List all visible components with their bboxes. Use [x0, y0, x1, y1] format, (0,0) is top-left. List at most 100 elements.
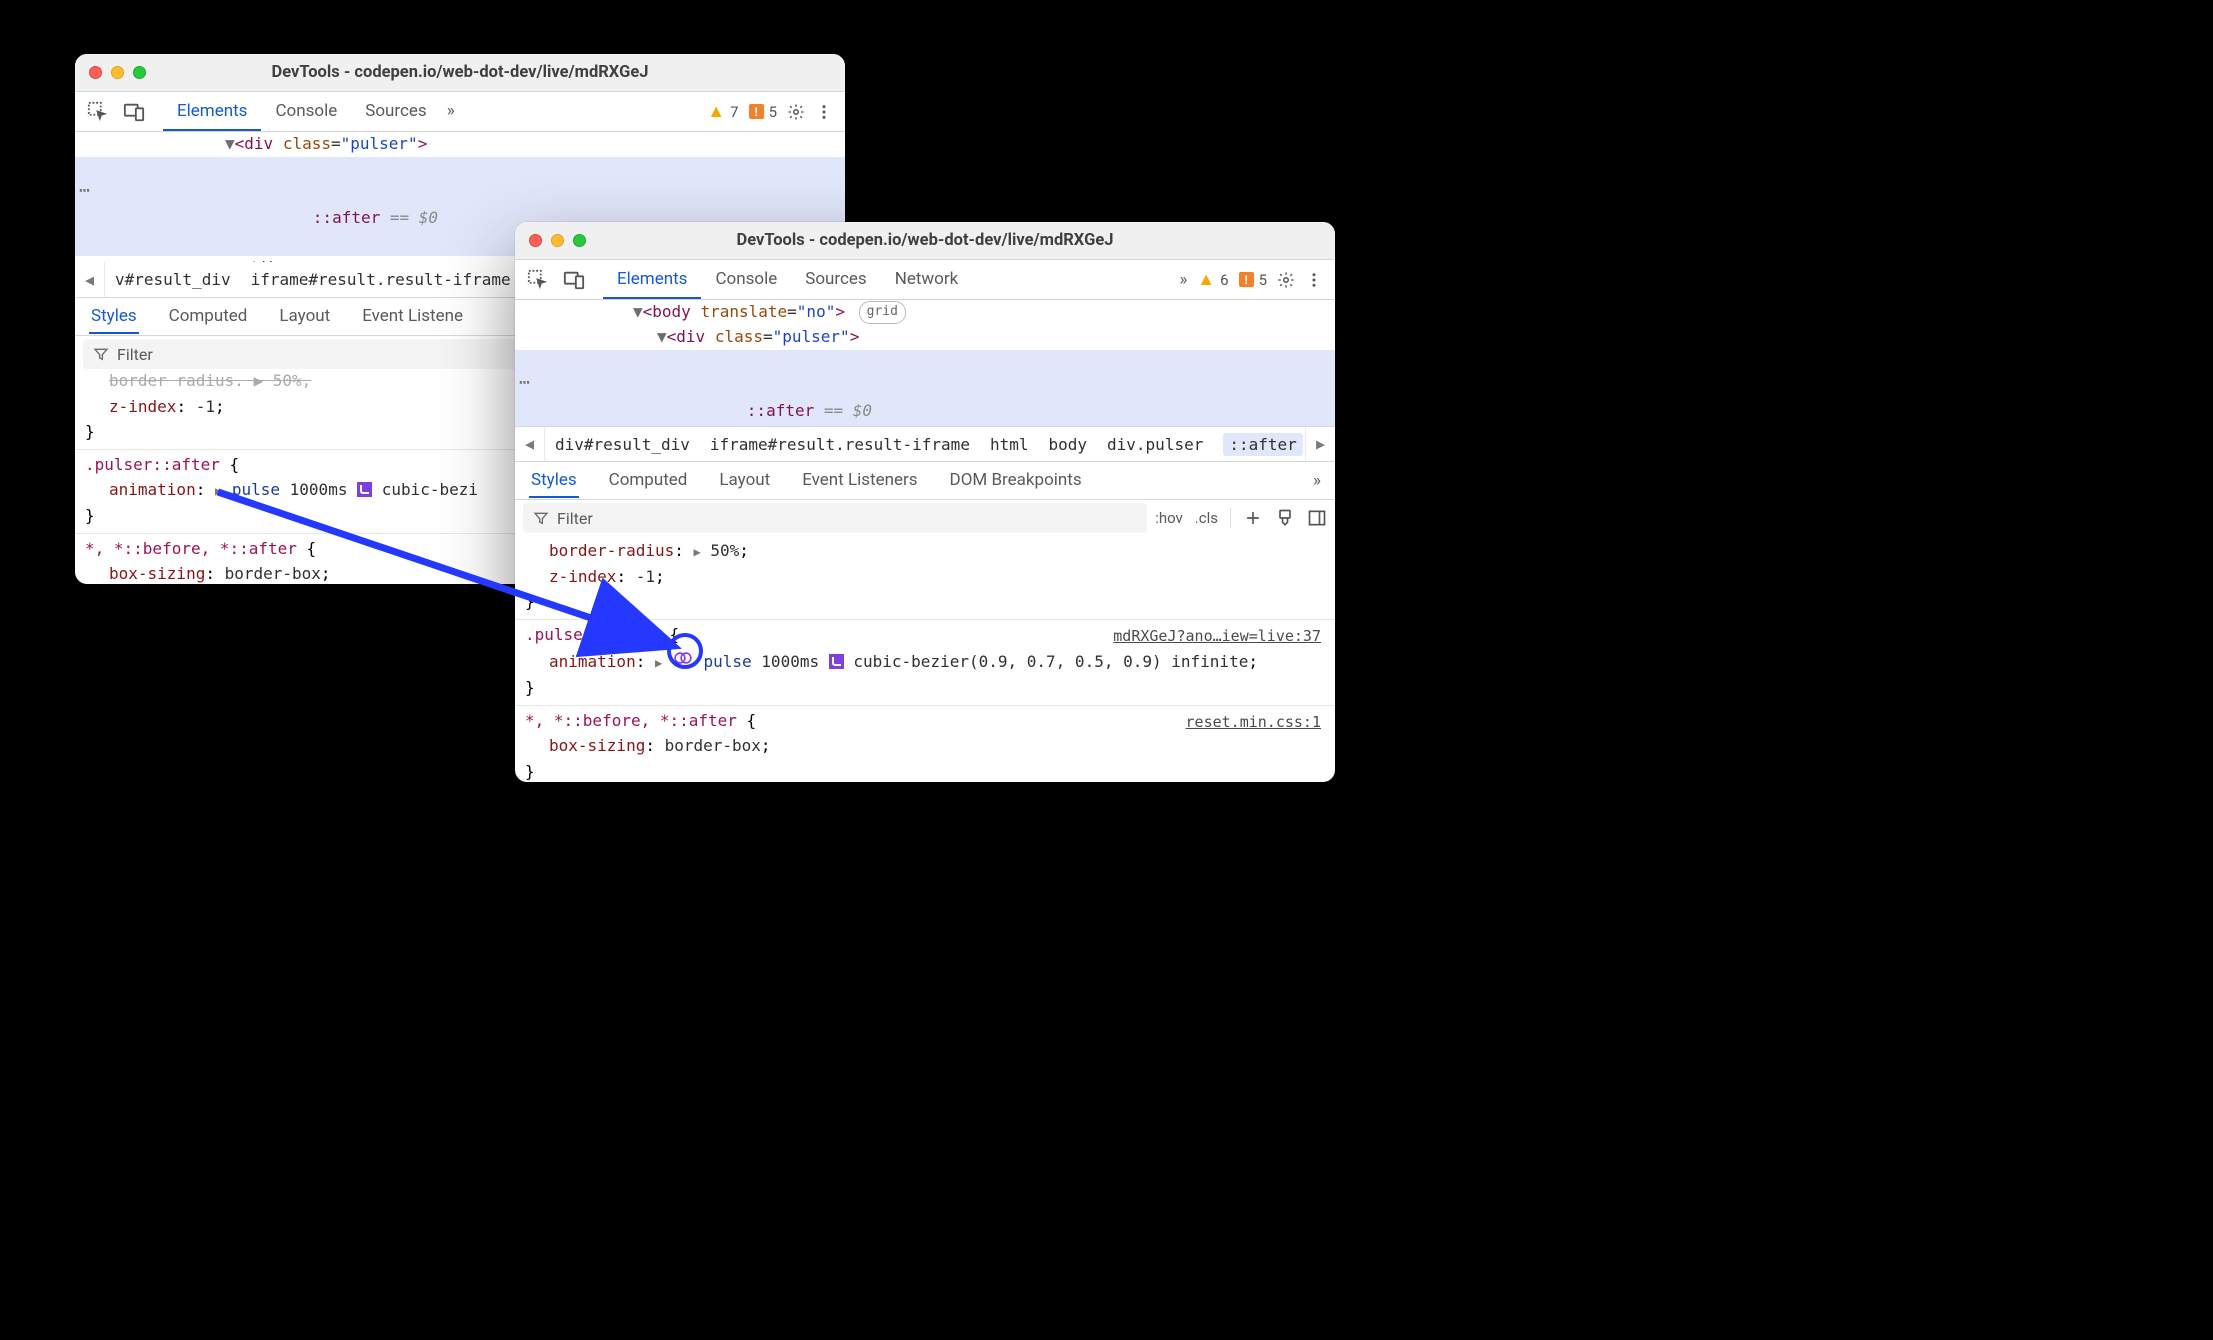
css-rule-pulser-after[interactable]: mdRXGeJ?ano…iew=live:37 .pulser::after {…: [515, 619, 1335, 705]
styles-pane[interactable]: border-radius: ▶︎ 50%; z-index: -1; } md…: [515, 536, 1335, 782]
animation-name: pulse: [703, 652, 751, 671]
selected-node-pseudo: ::after: [313, 208, 380, 227]
device-toolbar-icon[interactable]: [123, 101, 145, 123]
settings-icon[interactable]: [1277, 271, 1295, 289]
panel-tabs: Elements Console Sources »: [163, 92, 461, 131]
css-rule-universal[interactable]: reset.min.css:1 *, *::before, *::after {…: [515, 705, 1335, 782]
maximize-icon[interactable]: [573, 234, 586, 247]
titlebar: DevTools - codepen.io/web-dot-dev/live/m…: [75, 54, 845, 92]
minimize-icon[interactable]: [111, 66, 124, 79]
crumb-item-active[interactable]: ::after: [1223, 433, 1302, 456]
maximize-icon[interactable]: [133, 66, 146, 79]
new-style-rule-icon[interactable]: [1243, 508, 1263, 528]
close-icon[interactable]: [529, 234, 542, 247]
crumb-prev-icon[interactable]: ◀: [515, 427, 545, 461]
computed-sidebar-icon[interactable]: [1307, 508, 1327, 528]
animation-editor-icon[interactable]: [672, 647, 694, 669]
more-subtabs-icon[interactable]: »: [1313, 471, 1321, 491]
devtools-toolbar: Elements Console Sources » ▲ 7 ! 5: [75, 92, 845, 132]
close-icon[interactable]: [89, 66, 102, 79]
subtab-layout[interactable]: Layout: [717, 464, 772, 498]
subtab-dom-breakpoints[interactable]: DOM Breakpoints: [948, 464, 1084, 498]
selected-node-hint: == $0: [390, 208, 438, 227]
tab-elements[interactable]: Elements: [603, 260, 701, 299]
warning-icon: ▲: [1197, 269, 1215, 290]
tab-sources[interactable]: Sources: [791, 260, 880, 299]
breadcrumb[interactable]: ◀ div#result_div iframe#result.result-if…: [515, 426, 1335, 462]
hover-toggle[interactable]: :hov: [1155, 509, 1183, 527]
easing-editor-icon[interactable]: [357, 482, 372, 497]
crumb-item[interactable]: v#result_div: [115, 270, 231, 289]
animation-iteration: infinite: [1171, 652, 1248, 671]
crumb-prev-icon[interactable]: ◀: [75, 262, 105, 297]
expand-shorthand-icon[interactable]: ▶︎: [655, 656, 662, 670]
issues-count[interactable]: ! 5: [1239, 271, 1267, 289]
css-selector: .pulser::after: [525, 625, 660, 644]
traffic-lights: [89, 66, 146, 79]
crumb-item[interactable]: div#result_div: [555, 435, 690, 454]
filter-input[interactable]: Filter: [523, 503, 1147, 533]
subtab-event-listeners[interactable]: Event Listeners: [800, 464, 919, 498]
window-title: DevTools - codepen.io/web-dot-dev/live/m…: [75, 63, 845, 82]
window-title: DevTools - codepen.io/web-dot-dev/live/m…: [515, 231, 1335, 250]
filter-placeholder: Filter: [557, 509, 593, 528]
expand-shorthand-icon[interactable]: ▶︎: [694, 545, 701, 559]
minimize-icon[interactable]: [551, 234, 564, 247]
crumb-item[interactable]: iframe#result.result-iframe: [710, 435, 970, 454]
tab-elements[interactable]: Elements: [163, 92, 261, 131]
css-selector: .pulser::after: [85, 455, 220, 474]
kebab-menu-icon[interactable]: [1305, 271, 1323, 289]
inspect-element-icon[interactable]: [87, 101, 109, 123]
grid-badge[interactable]: grid: [859, 301, 906, 323]
issue-icon: !: [1239, 272, 1254, 287]
css-selector: *, *::before, *::after: [525, 711, 737, 730]
easing-editor-icon[interactable]: [829, 654, 844, 669]
kebab-menu-icon[interactable]: [815, 103, 833, 121]
filter-icon: [93, 346, 109, 362]
crumb-next-icon[interactable]: ▶: [1305, 427, 1335, 461]
crumb-item[interactable]: iframe#result.result-iframe: [251, 270, 511, 289]
cls-toggle[interactable]: .cls: [1195, 509, 1218, 527]
collapsed-indicator-icon: ⋯: [519, 374, 530, 392]
tab-network[interactable]: Network: [881, 260, 973, 299]
more-tabs-icon[interactable]: »: [441, 92, 461, 131]
crumb-item[interactable]: div.pulser: [1107, 435, 1203, 454]
subtab-event-listeners[interactable]: Event Listene: [360, 300, 465, 334]
subtab-layout[interactable]: Layout: [277, 300, 332, 334]
paint-flash-icon[interactable]: [1275, 508, 1295, 528]
warnings-number: 6: [1220, 271, 1228, 289]
device-toolbar-icon[interactable]: [563, 269, 585, 291]
inspect-element-icon[interactable]: [527, 269, 549, 291]
issue-icon: !: [749, 104, 764, 119]
elements-tree[interactable]: ▼<body translate="no"> grid ▼<div class=…: [515, 300, 1335, 426]
warnings-number: 7: [730, 103, 738, 121]
tab-console[interactable]: Console: [701, 260, 791, 299]
more-tabs-icon[interactable]: »: [1179, 270, 1187, 290]
crumb-item[interactable]: html: [990, 435, 1029, 454]
css-source-link[interactable]: mdRXGeJ?ano…iew=live:37: [1113, 624, 1321, 648]
animation-duration: 1000ms: [290, 480, 348, 499]
crumb-item[interactable]: body: [1048, 435, 1087, 454]
warnings-count[interactable]: ▲ 7: [707, 101, 738, 122]
animation-easing: cubic-bezi: [382, 480, 478, 499]
filter-icon: [533, 510, 549, 526]
animation-name: pulse: [232, 480, 280, 499]
expand-shorthand-icon[interactable]: ▶︎: [215, 484, 222, 498]
traffic-lights: [529, 234, 586, 247]
collapsed-indicator-icon: ⋯: [79, 182, 90, 200]
css-rule[interactable]: border-radius: ▶︎ 50%; z-index: -1; }: [515, 536, 1335, 619]
tab-console[interactable]: Console: [261, 92, 351, 131]
subtab-styles[interactable]: Styles: [529, 464, 579, 498]
devtools-window-front: DevTools - codepen.io/web-dot-dev/live/m…: [515, 222, 1335, 782]
css-source-link[interactable]: reset.min.css:1: [1186, 710, 1321, 734]
titlebar: DevTools - codepen.io/web-dot-dev/live/m…: [515, 222, 1335, 260]
subtab-styles[interactable]: Styles: [89, 300, 139, 334]
warnings-count[interactable]: ▲ 6: [1197, 269, 1228, 290]
subtab-computed[interactable]: Computed: [607, 464, 690, 498]
subtab-computed[interactable]: Computed: [167, 300, 250, 334]
issues-count[interactable]: ! 5: [749, 103, 777, 121]
tab-sources[interactable]: Sources: [351, 92, 440, 131]
issues-number: 5: [769, 103, 777, 121]
animation-easing: cubic-bezier(0.9, 0.7, 0.5, 0.9): [853, 652, 1161, 671]
settings-icon[interactable]: [787, 103, 805, 121]
